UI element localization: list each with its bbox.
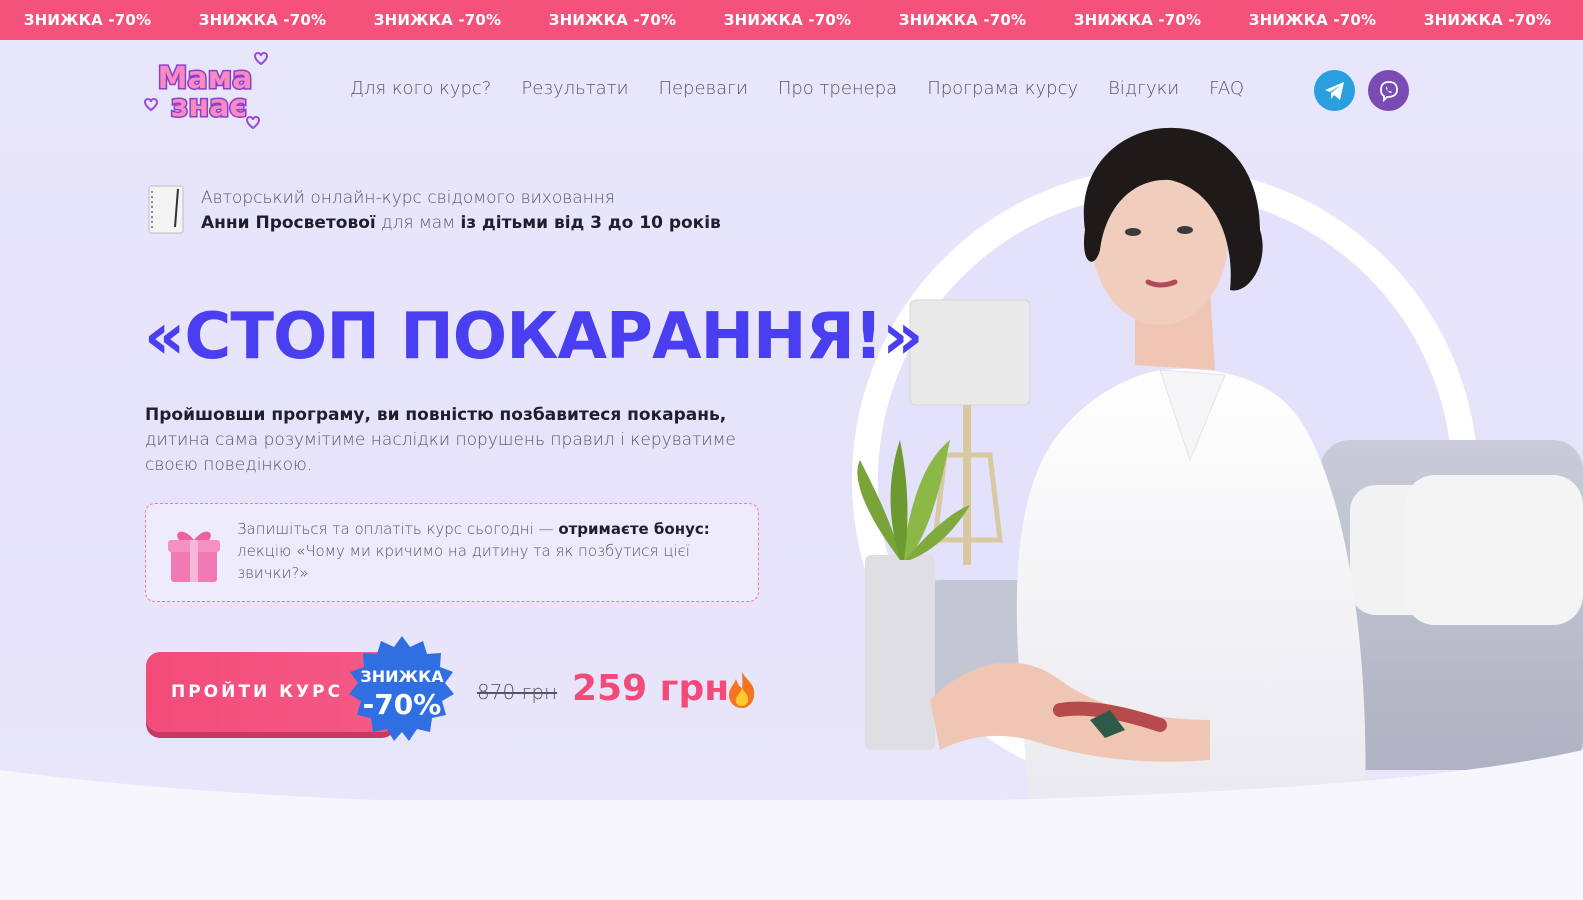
promo-item: ЗНИЖКА -70% — [23, 11, 152, 29]
promo-item: ЗНИЖКА -70% — [198, 11, 327, 29]
promo-item: ЗНИЖКА -70% — [1073, 11, 1202, 29]
hero-bottom-wave — [0, 750, 1583, 900]
nav-item-results[interactable]: Результати — [521, 78, 628, 99]
telegram-icon — [1324, 81, 1344, 100]
viber-icon — [1379, 80, 1398, 102]
main-nav: Для кого курс? Результати Переваги Про т… — [350, 78, 1274, 99]
subtitle-author: Анни Просветової — [201, 213, 376, 233]
brand-logo[interactable]: Мама знає — [143, 50, 271, 134]
viber-button[interactable] — [1368, 70, 1409, 111]
nav-item-for-whom[interactable]: Для кого курс? — [350, 78, 491, 99]
old-price: 870 грн — [477, 680, 558, 704]
subtitle-line1: Авторський онлайн-курс свідомого вихован… — [201, 188, 615, 208]
promo-item: ЗНИЖКА -70% — [1248, 11, 1377, 29]
nav-item-reviews[interactable]: Відгуки — [1108, 78, 1179, 99]
nav-item-advantages[interactable]: Переваги — [658, 78, 747, 99]
nav-item-faq[interactable]: FAQ — [1209, 78, 1244, 99]
badge-top-text: ЗНИЖКА — [360, 667, 444, 686]
notebook-icon — [145, 183, 189, 237]
bonus-start: Запишіться та оплатіть курс сьогодні — — [237, 520, 559, 538]
desc-bold: Пройшовши програму, ви повністю позбавит… — [145, 405, 727, 425]
nav-item-program[interactable]: Програма курсу — [927, 78, 1078, 99]
gift-icon — [165, 522, 223, 584]
subtitle-line2: Анни Просветової для мам із дітьми від 3… — [201, 211, 821, 236]
promo-item: ЗНИЖКА -70% — [1423, 11, 1552, 29]
new-price: 259 грн — [572, 668, 730, 709]
telegram-button[interactable] — [1314, 70, 1355, 111]
bonus-box: Запишіться та оплатіть курс сьогодні — о… — [145, 503, 759, 602]
course-subtitle: Авторський онлайн-курс свідомого вихован… — [201, 186, 821, 236]
page-title: «СТОП ПОКАРАННЯ!» — [144, 300, 923, 374]
nav-item-trainer[interactable]: Про тренера — [778, 78, 897, 99]
trainer-photo-illustration — [852, 127, 1583, 810]
promo-ticker: ЗНИЖКА -70% ЗНИЖКА -70% ЗНИЖКА -70% ЗНИЖ… — [0, 0, 1583, 40]
promo-item: ЗНИЖКА -70% — [723, 11, 852, 29]
subtitle-mid: для мам — [375, 213, 461, 233]
badge-value-text: -70% — [363, 688, 442, 721]
promo-item: ЗНИЖКА -70% — [898, 11, 1027, 29]
logo-line2: знає — [171, 89, 247, 124]
bonus-text: Запишіться та оплатіть курс сьогодні — о… — [237, 518, 737, 584]
bonus-rest: лекцію «Чому ми кричимо на дитину та як … — [237, 542, 690, 582]
discount-badge: ЗНИЖКА -70% — [346, 634, 458, 746]
start-course-label: ПРОЙТИ КУРС — [171, 682, 344, 702]
trainer-photo — [830, 120, 1583, 810]
hero-description: Пройшовши програму, ви повністю позбавит… — [145, 403, 785, 478]
bonus-bold: отримаєте бонус: — [558, 520, 710, 538]
desc-rest: дитина сама розумітиме наслідки порушень… — [145, 430, 736, 475]
fire-icon — [724, 670, 760, 710]
promo-item: ЗНИЖКА -70% — [548, 11, 677, 29]
promo-item: ЗНИЖКА -70% — [373, 11, 502, 29]
subtitle-children: із дітьми від 3 до 10 років — [460, 213, 721, 233]
